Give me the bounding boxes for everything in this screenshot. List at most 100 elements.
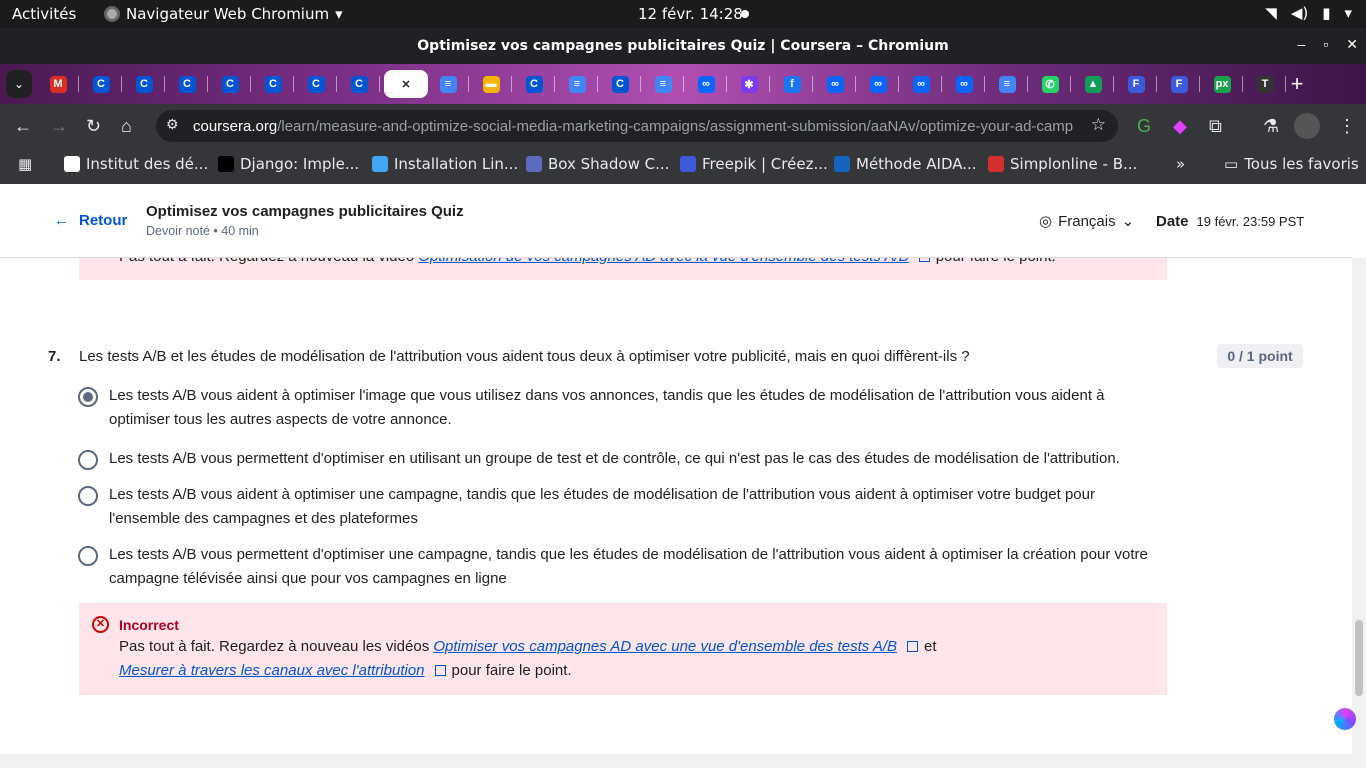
extension-icon[interactable]: ◆ — [1173, 116, 1187, 137]
tab-separator — [769, 76, 770, 92]
restore-icon[interactable]: ▫ — [1323, 36, 1328, 53]
tab-separator — [379, 76, 380, 92]
site-info-icon[interactable]: ⚙ — [166, 116, 179, 133]
language-selector[interactable]: ◎ Français ⌄ — [1039, 212, 1134, 231]
grammarly-icon[interactable]: G — [1137, 116, 1151, 137]
tab[interactable]: ▲ — [1075, 70, 1114, 98]
close-icon[interactable]: ✕ — [1346, 36, 1358, 53]
tab-separator — [812, 76, 813, 92]
tab[interactable]: ▬ — [473, 70, 512, 98]
tab[interactable]: ≡ — [645, 70, 684, 98]
tab-separator — [293, 76, 294, 92]
tab[interactable]: M — [40, 70, 79, 98]
answer-option[interactable]: Les tests A/B vous permettent d'optimise… — [78, 449, 1168, 471]
puzzle-icon[interactable]: ⧉ — [1209, 116, 1222, 137]
address-bar[interactable]: ⚙ coursera.org/learn/measure-and-optimiz… — [156, 110, 1118, 142]
tab[interactable]: ∞ — [946, 70, 985, 98]
bookmark-item[interactable]: Institut des dé... — [64, 155, 208, 173]
quiz-title: Optimisez vos campagnes publicitaires Qu… — [146, 203, 464, 220]
bookmark-item[interactable]: Freepik | Créez... — [680, 155, 828, 173]
answer-option[interactable]: Les tests A/B vous permettent d'optimise… — [78, 545, 1168, 591]
bookmark-item[interactable]: Box Shadow C... — [526, 155, 669, 173]
tab[interactable]: ∞ — [688, 70, 727, 98]
system-tray[interactable]: ◥ ◀) ▮ ▾ — [1265, 4, 1352, 22]
forward-arrow-icon[interactable]: → — [50, 116, 68, 137]
feedback-link-attribution[interactable]: Mesurer à travers les canaux avec l'attr… — [119, 662, 425, 679]
bookmark-favicon-icon — [372, 156, 388, 172]
back-button[interactable]: ← Retour — [54, 212, 127, 229]
tab[interactable]: f — [774, 70, 813, 98]
tab-favicon-icon: F — [1170, 75, 1188, 93]
tab[interactable]: C — [126, 70, 165, 98]
tab[interactable]: C — [255, 70, 294, 98]
answer-option[interactable]: Les tests A/B vous aident à optimiser l'… — [78, 386, 1168, 432]
radio-button[interactable] — [78, 387, 98, 407]
tab[interactable]: ∞ — [903, 70, 942, 98]
bookmark-item[interactable]: Django: Imple... — [218, 155, 359, 173]
home-icon[interactable]: ⌂ — [121, 116, 132, 137]
feedback-after: pour faire le point. — [451, 662, 572, 679]
tab[interactable]: C — [83, 70, 122, 98]
tab[interactable]: F — [1118, 70, 1157, 98]
tab[interactable]: T — [1247, 70, 1286, 98]
new-tab-button[interactable]: + — [1282, 70, 1312, 98]
radio-button[interactable] — [78, 486, 98, 506]
tab[interactable]: C — [341, 70, 380, 98]
tab[interactable]: ✆ — [1032, 70, 1071, 98]
tab-separator — [554, 76, 555, 92]
horizontal-scrollbar[interactable] — [0, 754, 1366, 768]
vertical-scrollbar[interactable] — [1352, 258, 1366, 754]
radio-button[interactable] — [78, 546, 98, 566]
bookmark-favicon-icon — [834, 156, 850, 172]
clock[interactable]: 12 févr. 14:28 — [638, 5, 743, 23]
tab-favicon-icon: ≡ — [439, 75, 457, 93]
tab-favicon-icon: ▲ — [1084, 75, 1102, 93]
close-tab-icon[interactable]: ✕ — [398, 76, 415, 93]
tab[interactable]: ≡ — [559, 70, 598, 98]
tab[interactable]: ✱ — [731, 70, 770, 98]
tab-favicon-icon: ∞ — [912, 75, 930, 93]
activities-button[interactable]: Activités — [12, 5, 76, 23]
tab[interactable]: ∞ — [860, 70, 899, 98]
tab[interactable]: ≡ — [989, 70, 1028, 98]
minimize-icon[interactable]: – — [1298, 36, 1306, 53]
answer-option[interactable]: Les tests A/B vous aident à optimiser un… — [78, 485, 1168, 531]
chevron-down-icon: ▾ — [335, 5, 343, 23]
kebab-menu-icon[interactable]: ⋮ — [1338, 116, 1356, 137]
tab-separator — [726, 76, 727, 92]
tab[interactable]: F — [1161, 70, 1200, 98]
tab[interactable]: C — [212, 70, 251, 98]
language-label: Français — [1058, 212, 1116, 230]
tab[interactable]: C — [169, 70, 208, 98]
radio-button[interactable] — [78, 450, 98, 470]
bookmark-item[interactable]: Méthode AIDA... — [834, 155, 977, 173]
wifi-icon: ◥ — [1265, 4, 1277, 22]
tab[interactable]: px — [1204, 70, 1243, 98]
tab[interactable]: ∞ — [817, 70, 856, 98]
star-icon[interactable]: ☆ — [1091, 115, 1106, 135]
back-arrow-icon[interactable]: ← — [14, 116, 32, 137]
tab-separator — [511, 76, 512, 92]
tab[interactable]: C — [298, 70, 337, 98]
scrollbar-thumb[interactable] — [1355, 620, 1363, 696]
bookmark-item[interactable]: Simplonline - B... — [988, 155, 1137, 173]
apps-grid-icon[interactable]: ▦ — [18, 155, 32, 173]
lab-flask-icon[interactable]: ⚗ — [1263, 116, 1279, 137]
feedback-status: Incorrect — [119, 617, 179, 633]
reload-icon[interactable]: ↻ — [86, 116, 101, 137]
tab[interactable]: C — [602, 70, 641, 98]
all-bookmarks-folder[interactable]: ▭ Tous les favoris — [1224, 155, 1359, 173]
feedback-link-ab-tests[interactable]: Optimiser vos campagnes AD avec une vue … — [433, 638, 897, 655]
bookmark-label: Méthode AIDA... — [856, 155, 977, 173]
bookmark-label: Django: Imple... — [240, 155, 360, 173]
extension-brain-icon[interactable] — [1334, 708, 1356, 730]
tab[interactable]: ≡ — [430, 70, 469, 98]
tab-active[interactable]: ✕ — [384, 70, 428, 98]
tab[interactable]: C — [516, 70, 555, 98]
profile-avatar[interactable] — [1294, 113, 1320, 139]
app-menu[interactable]: Navigateur Web Chromium ▾ — [104, 5, 343, 23]
bookmark-item[interactable]: Installation Lin... — [372, 155, 518, 173]
tab-search-button[interactable]: ⌄ — [6, 70, 32, 98]
chevron-right-icon[interactable]: » — [1176, 155, 1185, 173]
tab-favicon-icon: ▬ — [482, 75, 500, 93]
